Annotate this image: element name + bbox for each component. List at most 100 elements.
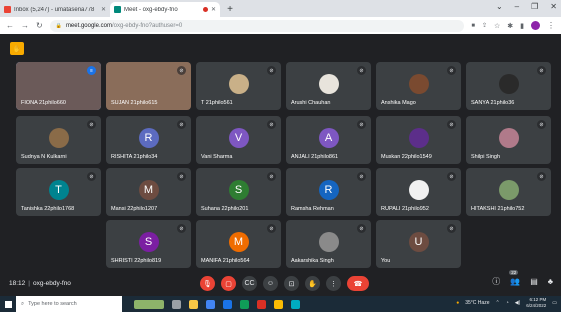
participant-name: Ramsha Rehman — [291, 206, 334, 212]
close-icon[interactable]: ✕ — [211, 6, 216, 13]
participant-tile[interactable]: M ⊘ MANIFA 21philo564 — [196, 220, 281, 268]
chat-icon[interactable]: ▤ — [530, 277, 538, 286]
browser-tabbar: Inbox (5,247) - umatasena778 ✕ Meet - ox… — [0, 0, 561, 17]
tray-chevron-icon[interactable]: ⌃ — [495, 300, 499, 306]
extensions-icon[interactable]: ✱ — [507, 22, 513, 30]
participant-tile[interactable]: M ⊘ Mansi 22philo1207 — [106, 168, 191, 216]
mic-muted-icon: ⊘ — [87, 172, 96, 181]
sidepanel-icon[interactable]: ▮ — [520, 22, 524, 30]
participant-name: SHRISTI 22philo819 — [111, 258, 162, 264]
camera-off-button[interactable]: ▢ — [221, 276, 236, 291]
info-icon[interactable]: ⓘ — [492, 276, 500, 287]
tab-meet[interactable]: Meet - oxg-ebdy-fno ✕ — [110, 2, 220, 17]
participant-photo-avatar — [48, 128, 69, 148]
minimize-icon[interactable]: – — [515, 2, 519, 11]
participant-tile[interactable]: U ⊘ You — [376, 220, 461, 268]
star-icon[interactable]: ☆ — [494, 22, 500, 30]
back-icon[interactable]: ← — [6, 21, 14, 30]
office-icon[interactable] — [257, 299, 266, 309]
windows-start-icon[interactable] — [0, 296, 16, 312]
windows-taskbar: ⌕ Type here to search ● 35°C Haze ⌃ ◔ ◀)… — [0, 296, 561, 312]
more-options-button[interactable]: ⋮ — [326, 276, 341, 291]
toolbar-icons: ■ ⇪ ☆ ✱ ▮ ⋮ — [471, 21, 555, 30]
new-tab-button[interactable]: + — [223, 2, 237, 16]
participant-name: HITAKSHI 21philo752 — [471, 206, 525, 212]
menu-icon[interactable]: ⋮ — [547, 21, 555, 30]
emoji-button[interactable]: ☺ — [263, 276, 278, 291]
maximize-icon[interactable]: ❐ — [531, 2, 538, 11]
participant-tile[interactable]: R ⊘ Ramsha Rehman — [286, 168, 371, 216]
participant-name: Shilpi Singh — [471, 154, 501, 160]
participant-name: ANJALI 21philo861 — [291, 154, 339, 160]
participant-tile[interactable]: V ⊘ Vani Sharma — [196, 116, 281, 164]
clock-date: 6/24/2022 — [526, 303, 547, 308]
notifications-icon[interactable]: ▭ — [552, 300, 557, 306]
share-icon[interactable]: ⇪ — [482, 22, 487, 29]
forward-icon[interactable]: → — [21, 21, 29, 30]
participant-tile[interactable]: ⊘ T 21philo561 — [196, 62, 281, 110]
participant-name: SUJAN 21philo615 — [111, 100, 158, 106]
mail-icon[interactable] — [223, 299, 232, 309]
participant-tile[interactable]: ⊘ Arushi Chauhan — [286, 62, 371, 110]
leave-call-button[interactable]: ☎ — [347, 276, 369, 291]
raise-hand-button[interactable]: ✋ — [305, 276, 320, 291]
participant-tile[interactable]: S ⊘ SHRISTI 22philo819 — [106, 220, 191, 268]
participant-tile[interactable]: ⊘ Anshika Mago — [376, 62, 461, 110]
participant-tile[interactable]: ⊘ Shilpi Singh — [466, 116, 551, 164]
participant-tile[interactable]: ⊘ Muskan 22philo1549 — [376, 116, 461, 164]
app-icon[interactable] — [291, 299, 300, 309]
participant-tile[interactable]: ⊘ Sudnya N Kulkarni — [16, 116, 101, 164]
present-button[interactable]: ⊡ — [284, 276, 299, 291]
participant-tile[interactable]: ⊘ Aakarshika Singh — [286, 220, 371, 268]
weather-text[interactable]: 35°C Haze — [465, 300, 489, 306]
participant-tile[interactable]: R ⊘ RISHITA 21philo34 — [106, 116, 191, 164]
participant-tile[interactable]: ≡ FIONA 21philo660 — [16, 62, 101, 110]
participant-tile[interactable]: ⊘ SUJAN 21philo615 — [106, 62, 191, 110]
mic-muted-icon: ⊘ — [177, 172, 186, 181]
participant-name: Anshika Mago — [381, 100, 416, 106]
close-window-icon[interactable]: ✕ — [550, 2, 557, 11]
mic-muted-icon: ⊘ — [177, 224, 186, 233]
participant-tile[interactable]: A ⊘ ANJALI 21philo861 — [286, 116, 371, 164]
profile-avatar[interactable] — [531, 21, 540, 30]
mic-muted-icon: ⊘ — [357, 224, 366, 233]
network-icon[interactable]: ◔ — [506, 300, 509, 306]
participant-initial-avatar: M — [138, 180, 159, 200]
weather-icon: ● — [456, 300, 460, 306]
tab-gmail[interactable]: Inbox (5,247) - umatasena778 ✕ — [0, 2, 110, 17]
mic-off-button[interactable]: 🎙 — [200, 276, 215, 291]
camera-icon[interactable]: ■ — [471, 23, 475, 29]
participant-tile[interactable]: ⊘ SANYA 21philo36 — [466, 62, 551, 110]
raise-hand-icon[interactable]: ✋ — [10, 42, 24, 55]
search-icon: ⌕ — [21, 300, 25, 307]
activities-icon[interactable]: ♣ — [548, 277, 553, 286]
mic-muted-icon: ⊘ — [267, 66, 276, 75]
close-icon[interactable]: ✕ — [101, 6, 106, 13]
captions-button[interactable]: CC — [242, 276, 257, 291]
participant-tile[interactable]: T ⊘ Tanishka 22philo1768 — [16, 168, 101, 216]
participant-photo-avatar — [408, 128, 429, 148]
file-explorer-icon[interactable] — [189, 299, 198, 309]
chrome-icon[interactable] — [274, 299, 283, 309]
participant-tile[interactable]: S ⊘ Suhana 22philo201 — [196, 168, 281, 216]
reload-icon[interactable]: ↻ — [36, 21, 43, 30]
taskbar-search[interactable]: ⌕ Type here to search — [16, 296, 122, 312]
edge-icon[interactable] — [240, 299, 249, 309]
participant-name: SANYA 21philo36 — [471, 100, 515, 106]
participant-photo-avatar — [408, 74, 429, 94]
participant-tile[interactable]: ⊘ RUPALI 21philo952 — [376, 168, 461, 216]
participant-tile[interactable]: ⊘ HITAKSHI 21philo752 — [466, 168, 551, 216]
participant-name: RUPALI 21philo952 — [381, 206, 429, 212]
mic-muted-icon: ⊘ — [357, 172, 366, 181]
taskbar-clock[interactable]: 6:12 PM 6/24/2022 — [526, 297, 546, 309]
chevron-down-icon[interactable]: ⌄ — [496, 2, 503, 11]
landscape-widget-icon[interactable] — [134, 299, 164, 309]
mic-muted-icon: ⊘ — [357, 66, 366, 75]
people-button[interactable]: 22 👥 — [509, 270, 520, 286]
task-view-icon[interactable] — [172, 299, 181, 309]
address-bar[interactable]: 🔒 meet.google.com/oxg-ebdy-fno?authuser=… — [49, 19, 465, 32]
volume-icon[interactable]: ◀) — [515, 300, 521, 306]
url-path: /oxg-ebdy-fno?authuser=0 — [111, 22, 183, 29]
mic-muted-icon: ⊘ — [177, 66, 186, 75]
store-icon[interactable] — [206, 299, 215, 309]
